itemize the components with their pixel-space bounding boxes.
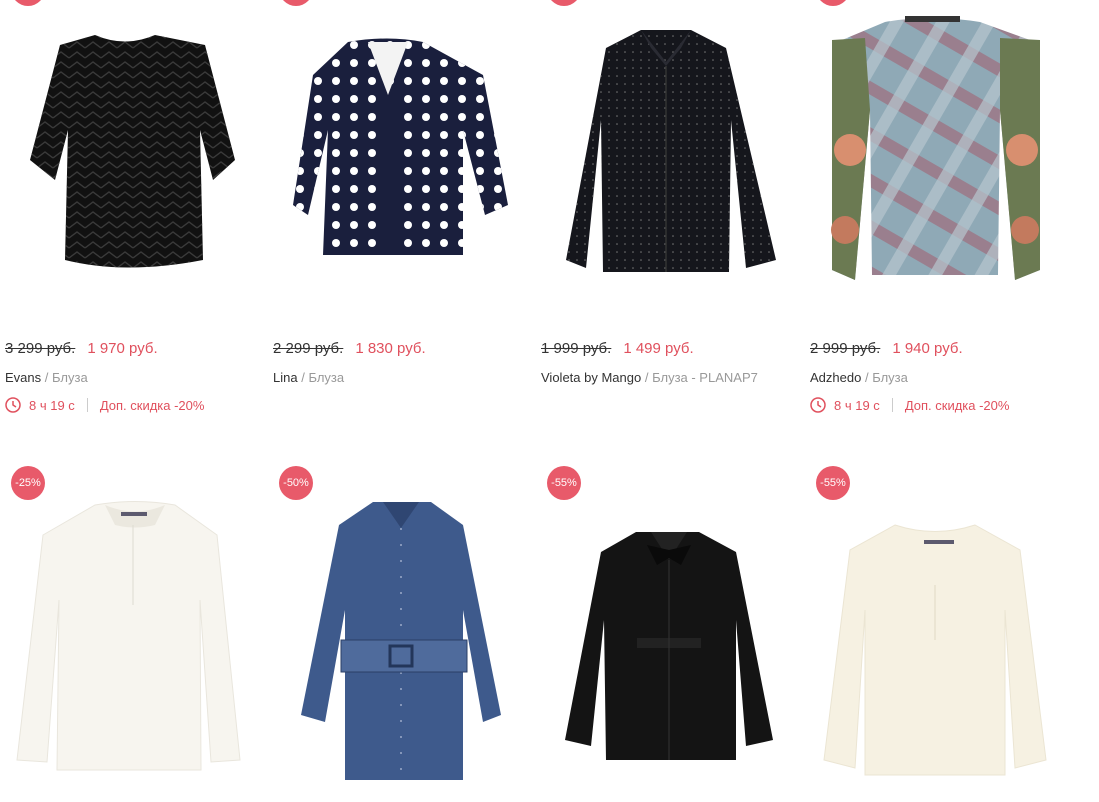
divider [891,398,893,412]
product-image[interactable] [541,0,791,310]
discount-badge: -50% [279,466,313,500]
product-card[interactable]: -55% [810,466,1060,780]
timer-text: 8 ч 19 с [29,397,75,413]
clock-icon [5,397,21,413]
promo-line: 8 ч 19 с Доп. скидка -20% [810,397,1009,413]
clock-icon [810,397,826,413]
old-price: 3 299 руб. [5,340,76,357]
discount-badge: -55% [547,466,581,500]
discount-badge: -25% [11,466,45,500]
sale-price: 1 970 руб. [87,340,158,357]
old-price: 2 299 руб. [273,340,344,357]
brand-name[interactable]: Adzhedo [810,370,861,385]
extra-discount: Доп. скидка -20% [99,397,205,413]
product-card[interactable]: 3 299 руб. 1 970 руб. Evans / Блуза 8 ч 1… [5,0,255,413]
brand-name[interactable]: Violeta by Mango [541,370,641,385]
product-image[interactable] [5,0,255,310]
product-card[interactable]: 2 999 руб. 1 940 руб. Adzhedo / Блуза 8 ч… [810,0,1060,413]
timer-text: 8 ч 19 с [834,397,880,413]
product-card[interactable]: 1 999 руб. 1 499 руб. Violeta by Mango / … [541,0,791,385]
product-image[interactable]: -25% [5,466,255,780]
product-image[interactable] [810,0,1060,310]
product-type: Блуза - PLANAP7 [652,370,758,385]
product-card[interactable]: -55% [541,466,791,780]
separator: / [44,370,49,385]
extra-discount: Доп. скидка -20% [904,397,1010,413]
brand-name[interactable]: Lina [273,370,298,385]
product-card[interactable]: -25% [5,466,255,780]
product-type: Блуза [872,370,908,385]
product-type: Блуза [52,370,88,385]
divider [86,398,88,412]
product-meta: Lina / Блуза [273,370,344,385]
price-block: 2 999 руб. 1 940 руб. [810,340,963,357]
separator: / [644,370,649,385]
product-image[interactable]: -55% [541,466,791,780]
sale-price: 1 940 руб. [892,340,963,357]
separator: / [301,370,305,385]
separator: / [864,370,869,385]
product-meta: Adzhedo / Блуза [810,370,908,385]
promo-line: 8 ч 19 с Доп. скидка -20% [5,397,204,413]
price-block: 1 999 руб. 1 499 руб. [541,340,694,357]
product-card[interactable]: -50% [273,466,523,780]
sale-price: 1 830 руб. [355,340,426,357]
product-type: Блуза [308,370,345,385]
price-block: 2 299 руб. 1 830 руб. [273,340,426,357]
price-block: 3 299 руб. 1 970 руб. [5,340,158,357]
product-meta: Evans / Блуза [5,370,88,385]
old-price: 1 999 руб. [541,340,612,357]
product-image[interactable] [273,0,523,310]
product-card[interactable]: 2 299 руб. 1 830 руб. Lina / Блуза [273,0,523,385]
discount-badge: -55% [816,466,850,500]
product-grid: 3 299 руб. 1 970 руб. Evans / Блуза 8 ч 1… [0,0,1099,802]
product-meta: Violeta by Mango / Блуза - PLANAP7 [541,370,758,385]
brand-name[interactable]: Evans [5,370,41,385]
product-image[interactable]: -50% [273,466,523,780]
old-price: 2 999 руб. [810,340,881,357]
product-image[interactable]: -55% [810,466,1060,780]
sale-price: 1 499 руб. [623,340,694,357]
